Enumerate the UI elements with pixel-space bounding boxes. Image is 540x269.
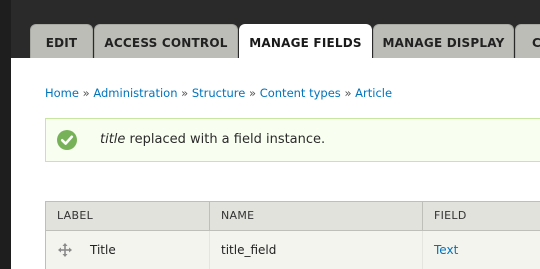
breadcrumb-separator: » — [82, 86, 90, 100]
breadcrumb-article[interactable]: Article — [355, 86, 392, 100]
column-header-label[interactable]: LABEL — [46, 202, 209, 230]
cell-field: Text — [422, 231, 540, 269]
breadcrumb-separator: » — [249, 86, 257, 100]
breadcrumb-separator: » — [181, 86, 189, 100]
status-emphasis: title — [100, 132, 126, 147]
fields-table-header: LABEL NAME FIELD — [45, 201, 540, 231]
cell-name: title_field — [209, 231, 422, 269]
breadcrumb-structure[interactable]: Structure — [192, 86, 246, 100]
breadcrumb: Home » Administration » Structure » Cont… — [45, 86, 392, 100]
breadcrumb-home[interactable]: Home — [45, 86, 79, 100]
status-message-text: replaced with a field instance. — [125, 132, 326, 147]
column-header-field[interactable]: FIELD — [422, 202, 540, 230]
tab-manage-display[interactable]: MANAGE DISPLAY — [373, 24, 514, 58]
table-row: Title title_field Text — [45, 231, 540, 269]
field-machine-name: title_field — [221, 243, 277, 257]
tab-access-control[interactable]: ACCESS CONTROL — [94, 24, 238, 58]
status-message: title replaced with a field instance. — [45, 118, 540, 162]
left-edge — [0, 0, 11, 269]
field-label: Title — [90, 243, 116, 257]
drag-handle-icon[interactable] — [58, 243, 72, 257]
status-text: title replaced with a field instance. — [100, 132, 325, 147]
column-header-name[interactable]: NAME — [209, 202, 422, 230]
tab-comment-fields[interactable]: C — [515, 24, 540, 58]
breadcrumb-administration[interactable]: Administration — [93, 86, 177, 100]
tab-manage-fields[interactable]: MANAGE FIELDS — [239, 24, 372, 60]
cell-label: Title — [46, 231, 209, 269]
tab-edit[interactable]: EDIT — [30, 24, 93, 58]
breadcrumb-content-types[interactable]: Content types — [260, 86, 341, 100]
breadcrumb-separator: » — [344, 86, 352, 100]
field-type-link[interactable]: Text — [434, 243, 458, 257]
check-circle-icon — [57, 130, 77, 150]
